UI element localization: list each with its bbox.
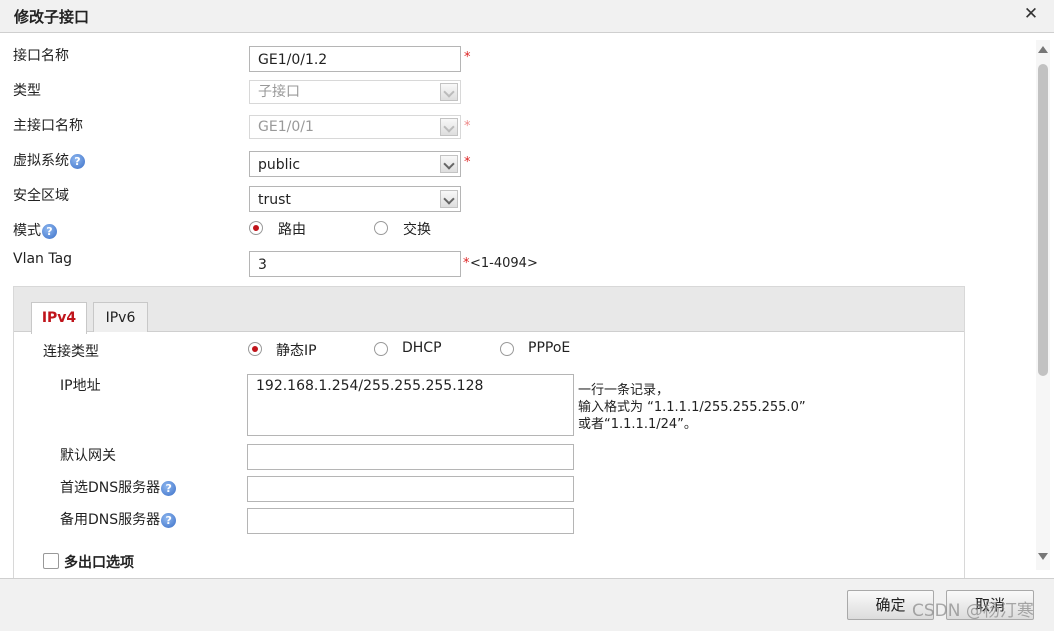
gateway-label: 默认网关 <box>60 448 116 464</box>
vlan-tag-range: <1-4094> <box>470 256 538 271</box>
dialog-titlebar <box>0 0 1054 33</box>
tab-strip <box>14 287 964 332</box>
ip-address-label: IP地址 <box>60 378 101 394</box>
conn-pppoe-label: PPPoE <box>528 340 571 356</box>
mode-switch-label: 交换 <box>403 222 431 238</box>
zone-label: 安全区域 <box>13 188 69 204</box>
conn-type-label: 连接类型 <box>43 344 99 360</box>
type-label: 类型 <box>13 83 41 99</box>
type-select-value: 子接口 <box>258 84 300 100</box>
vsys-label: 虚拟系统? <box>13 150 85 170</box>
secondary-dns-input[interactable] <box>247 508 574 534</box>
secondary-dns-label-text: 备用DNS服务器 <box>60 512 161 528</box>
help-icon[interactable]: ? <box>161 480 177 496</box>
primary-dns-label-text: 首选DNS服务器 <box>60 480 161 496</box>
scroll-down-icon[interactable] <box>1036 550 1050 564</box>
ip-hint-line-1: 一行一条记录， <box>578 383 670 398</box>
secondary-dns-label: 备用DNS服务器? <box>60 509 177 529</box>
help-icon[interactable]: ? <box>161 512 177 528</box>
multi-exit-label: 多出口选项 <box>64 555 134 571</box>
scroll-up-icon[interactable] <box>1036 42 1050 56</box>
conn-dhcp-label: DHCP <box>402 340 442 356</box>
chevron-down-icon <box>440 190 458 208</box>
primary-dns-label: 首选DNS服务器? <box>60 477 177 497</box>
main-interface-select: GE1/0/1 <box>249 115 461 139</box>
vsys-select-value: public <box>258 157 301 173</box>
mode-label-text: 模式 <box>13 223 41 239</box>
ip-hint-line-3: 或者“1.1.1.1/24”。 <box>578 417 697 432</box>
help-icon[interactable]: ? <box>42 223 57 239</box>
required-mark: * <box>464 50 471 65</box>
interface-name-input[interactable]: GE1/0/1.2 <box>249 46 461 72</box>
conn-dhcp-radio[interactable] <box>374 342 388 356</box>
chevron-down-icon <box>440 155 458 173</box>
watermark: CSDN @杨汀寒 <box>912 601 1034 621</box>
interface-name-label: 接口名称 <box>13 48 69 64</box>
required-mark: * <box>463 256 470 271</box>
conn-pppoe-radio[interactable] <box>500 342 514 356</box>
tab-ipv4[interactable]: IPv4 <box>31 302 87 334</box>
zone-select-value: trust <box>258 192 291 208</box>
vsys-select[interactable]: public <box>249 151 461 177</box>
vlan-tag-label: Vlan Tag <box>13 251 73 267</box>
mode-label: 模式? <box>13 220 57 240</box>
help-icon[interactable]: ? <box>70 153 85 169</box>
dialog-title: 修改子接口 <box>14 8 90 26</box>
close-icon[interactable]: ✕ <box>1022 4 1040 24</box>
mode-switch-radio[interactable] <box>374 221 388 235</box>
multi-exit-checkbox[interactable] <box>43 553 59 569</box>
mode-route-radio[interactable] <box>249 221 263 235</box>
chevron-down-icon <box>440 83 458 101</box>
gateway-input[interactable] <box>247 444 574 470</box>
mode-route-label: 路由 <box>278 222 306 238</box>
ip-address-textarea[interactable]: 192.168.1.254/255.255.255.128 <box>247 374 574 436</box>
ip-hint-line-2: 输入格式为 “1.1.1.1/255.255.255.0” <box>578 400 806 415</box>
scrollbar-thumb[interactable] <box>1038 64 1048 376</box>
main-interface-label: 主接口名称 <box>13 118 83 134</box>
main-interface-select-value: GE1/0/1 <box>258 119 314 135</box>
vlan-tag-input[interactable]: 3 <box>249 251 461 277</box>
tab-ipv6[interactable]: IPv6 <box>93 302 148 332</box>
chevron-down-icon <box>440 118 458 136</box>
type-select: 子接口 <box>249 80 461 104</box>
zone-select[interactable]: trust <box>249 186 461 212</box>
conn-static-label: 静态IP <box>276 343 317 359</box>
required-mark: * <box>464 119 471 134</box>
vsys-label-text: 虚拟系统 <box>13 153 69 169</box>
required-mark: * <box>464 155 471 170</box>
conn-static-radio[interactable] <box>248 342 262 356</box>
primary-dns-input[interactable] <box>247 476 574 502</box>
